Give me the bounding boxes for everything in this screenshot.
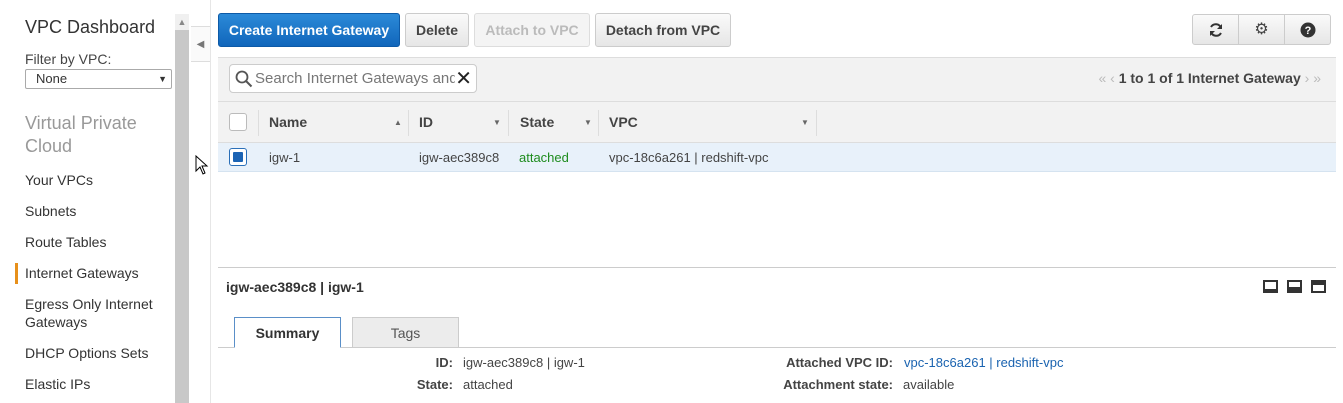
select-all-checkbox[interactable] [229,113,247,131]
attach-to-vpc-button[interactable]: Attach to VPC [474,13,590,47]
settings-button[interactable]: ⚙ [1238,14,1285,45]
last-page-icon[interactable]: » [1313,70,1321,86]
sidebar-item-dhcp-options-sets[interactable]: DHCP Options Sets [25,344,148,362]
column-divider [258,110,259,136]
attachment-state-label: Attachment state: [783,377,893,392]
detail-title: igw-aec389c8 | igw-1 [226,279,364,295]
sidebar: VPC Dashboard Filter by VPC: None ▼ Virt… [0,0,175,403]
sidebar-divider [210,0,211,403]
search-placeholder: Search Internet Gateways and their prope… [255,70,455,87]
sort-icon: ▼ [801,118,809,127]
scroll-up-arrow-icon[interactable]: ▲ [175,14,189,30]
tab-tags[interactable]: Tags [352,317,459,348]
next-page-icon[interactable]: › [1305,70,1310,86]
column-divider [408,110,409,136]
filter-by-vpc-select[interactable]: None ▼ [25,69,172,89]
cell-state: attached [519,150,569,165]
sidebar-section-vpc: Virtual Private Cloud [25,113,137,156]
cell-id: igw-aec389c8 [419,150,500,165]
filter-by-vpc-value: None [36,71,68,86]
sidebar-scrollbar[interactable] [175,14,189,403]
vpc-console: VPC Dashboard Filter by VPC: None ▼ Virt… [0,0,1343,403]
table-header: Name ▲ ID ▼ State ▼ VPC ▼ [218,101,1336,143]
id-label: ID: [435,355,453,370]
mouse-pointer-icon [195,155,209,175]
first-page-icon[interactable]: « [1098,70,1106,86]
refresh-icon [1209,23,1222,37]
table-row[interactable]: igw-1 igw-aec389c8 attached vpc-18c6a261… [218,143,1336,172]
active-item-marker [15,263,18,284]
state-label: State: [416,377,453,392]
help-icon: ? [1300,22,1315,38]
create-internet-gateway-button[interactable]: Create Internet Gateway [218,13,400,47]
column-divider [598,110,599,136]
pane-half-icon[interactable] [1287,280,1302,293]
filter-by-vpc-label: Filter by VPC: [25,51,112,67]
tab-summary[interactable]: Summary [234,317,341,348]
prev-page-icon[interactable]: ‹ [1110,70,1115,86]
row-checkbox[interactable] [229,148,247,166]
gear-icon: ⚙ [1254,21,1269,38]
sidebar-title[interactable]: VPC Dashboard [25,17,155,38]
sidebar-item-subnets[interactable]: Subnets [25,202,76,220]
sidebar-item-route-tables[interactable]: Route Tables [25,233,106,251]
column-header-id-label: ID [419,114,433,130]
sort-icon: ▼ [493,118,501,127]
column-header-name-label: Name [269,114,308,130]
state-value: attached [463,377,513,392]
sidebar-item-internet-gateways[interactable]: Internet Gateways [25,264,139,282]
search-icon [235,70,253,88]
column-divider [508,110,509,136]
delete-button[interactable]: Delete [405,13,469,47]
pane-maximize-icon[interactable] [1311,280,1326,293]
column-header-id[interactable]: ID ▼ [419,102,507,143]
column-header-state-label: State [520,114,555,130]
svg-text:?: ? [1304,25,1311,37]
sidebar-item-your-vpcs[interactable]: Your VPCs [25,171,93,189]
column-header-vpc-label: VPC [609,114,638,130]
refresh-button[interactable] [1192,14,1239,45]
search-input[interactable]: Search Internet Gateways and their prope… [229,64,477,93]
detach-from-vpc-button[interactable]: Detach from VPC [595,13,731,47]
collapse-sidebar-button[interactable]: ◀ [191,26,211,62]
pagination: « ‹ 1 to 1 of 1 Internet Gateway › » [1098,70,1321,86]
id-value: igw-aec389c8 | igw-1 [463,355,585,370]
column-header-state[interactable]: State ▼ [520,102,597,143]
attachment-state-value: available [903,377,955,392]
close-icon[interactable]: ✕ [455,68,472,90]
pane-splitter[interactable] [218,267,1336,268]
pagination-text: 1 to 1 of 1 Internet Gateway [1118,70,1301,86]
attached-vpc-id-link[interactable]: vpc-18c6a261 | redshift-vpc [904,355,1063,370]
pane-minimize-icon[interactable] [1263,280,1278,293]
sidebar-item-elastic-ips[interactable]: Elastic IPs [25,375,90,393]
attached-vpc-id-label: Attached VPC ID: [786,355,893,370]
column-divider [816,110,817,136]
help-button[interactable]: ? [1284,14,1331,45]
dropdown-caret-icon: ▼ [158,74,167,84]
sidebar-item-egress-only-internet-gateways[interactable]: Egress Only Internet Gateways [25,295,165,331]
cell-vpc: vpc-18c6a261 | redshift-vpc [609,150,769,165]
sort-icon: ▼ [584,118,592,127]
cell-name: igw-1 [269,150,301,165]
column-header-vpc[interactable]: VPC ▼ [609,102,814,143]
sort-asc-icon: ▲ [394,118,402,127]
column-header-name[interactable]: Name ▲ [269,102,407,143]
chevron-left-icon: ◀ [196,39,205,50]
